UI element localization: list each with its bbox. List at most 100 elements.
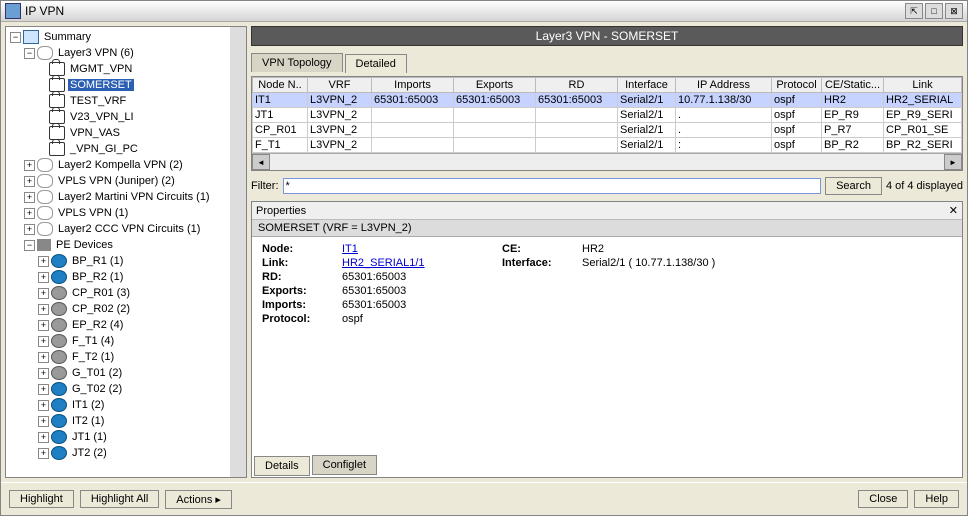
- tree-item[interactable]: V23_VPN_LI: [38, 109, 244, 125]
- table-row[interactable]: CP_R01L3VPN_2Serial2/1.ospfP_R7CP_R01_SE: [253, 123, 962, 138]
- expand-icon[interactable]: +: [24, 208, 35, 219]
- tree-item[interactable]: +CP_R01 (3): [38, 285, 244, 301]
- expand-icon[interactable]: +: [38, 272, 49, 283]
- close-window-button[interactable]: ⊠: [945, 3, 963, 19]
- column-header[interactable]: Exports: [454, 78, 536, 93]
- tree-item[interactable]: _VPN_GI_PC: [38, 141, 244, 157]
- column-header[interactable]: Imports: [372, 78, 454, 93]
- tree-item[interactable]: +Layer2 CCC VPN Circuits (1): [24, 221, 244, 237]
- router-icon: [51, 382, 67, 396]
- router-icon: [51, 334, 67, 348]
- properties-panel: Properties ✕ SOMERSET (VRF = L3VPN_2) No…: [251, 201, 963, 478]
- tab-configlet[interactable]: Configlet: [312, 455, 377, 475]
- filter-row: Filter: Search 4 of 4 displayed: [251, 175, 963, 197]
- scroll-right-icon[interactable]: ►: [944, 154, 962, 170]
- tree-item[interactable]: +JT1 (1): [38, 429, 244, 445]
- lock-icon: [49, 126, 65, 140]
- properties-close-icon[interactable]: ✕: [949, 204, 958, 217]
- search-button[interactable]: Search: [825, 177, 882, 195]
- table-hscroll[interactable]: ◄ ►: [252, 153, 962, 170]
- detach-window-button[interactable]: ⇱: [905, 3, 923, 19]
- column-header[interactable]: Protocol: [772, 78, 822, 93]
- filter-input[interactable]: [283, 178, 822, 194]
- table-row[interactable]: JT1L3VPN_2Serial2/1.ospfEP_R9EP_R9_SERI: [253, 108, 962, 123]
- tree-item[interactable]: +VPLS VPN (Juniper) (2): [24, 173, 244, 189]
- expand-icon[interactable]: +: [24, 192, 35, 203]
- panel-title: Layer3 VPN - SOMERSET: [251, 26, 963, 46]
- close-button[interactable]: Close: [858, 490, 908, 508]
- tree-item[interactable]: +BP_R1 (1): [38, 253, 244, 269]
- tree-item[interactable]: TEST_VRF: [38, 93, 244, 109]
- collapse-icon[interactable]: −: [10, 32, 21, 43]
- collapse-icon[interactable]: −: [24, 48, 35, 59]
- column-header[interactable]: CE/Static...: [822, 78, 884, 93]
- router-icon: [51, 446, 67, 460]
- table-row[interactable]: F_T1L3VPN_2Serial2/1:ospfBP_R2BP_R2_SERI: [253, 138, 962, 153]
- tree-item[interactable]: SOMERSET: [38, 77, 244, 93]
- tab-details[interactable]: Details: [254, 456, 310, 476]
- tree-item[interactable]: +IT2 (1): [38, 413, 244, 429]
- tree-item[interactable]: MGMT_VPN: [38, 61, 244, 77]
- properties-title: Properties: [256, 205, 306, 217]
- lock-icon: [49, 142, 65, 156]
- column-header[interactable]: VRF: [308, 78, 372, 93]
- cloud-icon: [37, 46, 53, 60]
- column-header[interactable]: Link: [884, 78, 962, 93]
- column-header[interactable]: RD: [536, 78, 618, 93]
- expand-icon[interactable]: +: [38, 432, 49, 443]
- actions-button[interactable]: Actions ▸: [165, 490, 232, 509]
- tree-pe-devices[interactable]: − PE Devices: [24, 237, 244, 253]
- lock-icon: [49, 62, 65, 76]
- tree-item[interactable]: +BP_R2 (1): [38, 269, 244, 285]
- tree-item[interactable]: +G_T02 (2): [38, 381, 244, 397]
- expand-icon[interactable]: +: [38, 352, 49, 363]
- maximize-window-button[interactable]: □: [925, 3, 943, 19]
- tree-item[interactable]: +Layer2 Kompella VPN (2): [24, 157, 244, 173]
- expand-icon[interactable]: +: [38, 400, 49, 411]
- expand-icon[interactable]: +: [38, 304, 49, 315]
- expand-icon[interactable]: +: [24, 224, 35, 235]
- cloud-icon: [37, 158, 53, 172]
- column-header[interactable]: Interface: [618, 78, 676, 93]
- tree-item[interactable]: VPN_VAS: [38, 125, 244, 141]
- cloud-icon: [37, 174, 53, 188]
- table-row[interactable]: IT1L3VPN_265301:6500365301:6500365301:65…: [253, 93, 962, 108]
- tab-detailed[interactable]: Detailed: [345, 54, 407, 73]
- expand-icon[interactable]: +: [38, 320, 49, 331]
- expand-icon[interactable]: +: [38, 256, 49, 267]
- tree-item[interactable]: +JT2 (2): [38, 445, 244, 461]
- tab-vpn-topology[interactable]: VPN Topology: [251, 53, 343, 72]
- tree-pane[interactable]: − Summary − Layer3 VPN (6) MGMT_VPNSOMER…: [5, 26, 247, 478]
- lock-icon: [49, 94, 65, 108]
- tree-item[interactable]: +CP_R02 (2): [38, 301, 244, 317]
- collapse-icon[interactable]: −: [24, 240, 35, 251]
- properties-subtitle: SOMERSET (VRF = L3VPN_2): [252, 220, 962, 237]
- expand-icon[interactable]: +: [38, 288, 49, 299]
- tree-root[interactable]: − Summary: [10, 29, 244, 45]
- expand-icon[interactable]: +: [38, 448, 49, 459]
- node-link[interactable]: IT1: [342, 243, 358, 255]
- column-header[interactable]: Node N..: [253, 78, 308, 93]
- help-button[interactable]: Help: [914, 490, 959, 508]
- expand-icon[interactable]: +: [38, 416, 49, 427]
- tree-item[interactable]: +VPLS VPN (1): [24, 205, 244, 221]
- tree-scrollbar[interactable]: [230, 27, 246, 477]
- expand-icon[interactable]: +: [24, 176, 35, 187]
- column-header[interactable]: IP Address: [676, 78, 772, 93]
- router-icon: [51, 366, 67, 380]
- scroll-left-icon[interactable]: ◄: [252, 154, 270, 170]
- summary-icon: [23, 30, 39, 44]
- tree-item[interactable]: +G_T01 (2): [38, 365, 244, 381]
- expand-icon[interactable]: +: [38, 384, 49, 395]
- tree-item[interactable]: +Layer2 Martini VPN Circuits (1): [24, 189, 244, 205]
- tree-item[interactable]: +F_T2 (1): [38, 349, 244, 365]
- tree-item[interactable]: +F_T1 (4): [38, 333, 244, 349]
- expand-icon[interactable]: +: [24, 160, 35, 171]
- tree-item[interactable]: +EP_R2 (4): [38, 317, 244, 333]
- tree-item[interactable]: +IT1 (2): [38, 397, 244, 413]
- expand-icon[interactable]: +: [38, 368, 49, 379]
- link-link[interactable]: HR2_SERIAL1/1: [342, 257, 425, 269]
- highlight-all-button[interactable]: Highlight All: [80, 490, 159, 508]
- highlight-button[interactable]: Highlight: [9, 490, 74, 508]
- expand-icon[interactable]: +: [38, 336, 49, 347]
